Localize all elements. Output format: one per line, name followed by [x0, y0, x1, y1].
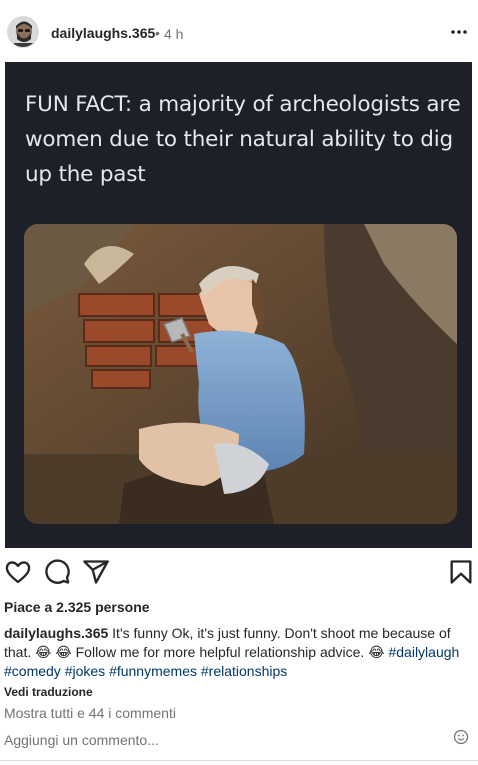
comment-button[interactable] [43, 558, 71, 586]
meme-text: FUN FACT: a majority of archeologists ar… [25, 92, 461, 187]
more-icon [451, 30, 467, 34]
bookmark-icon [450, 560, 472, 584]
see-translation-link[interactable]: Vedi traduzione [4, 685, 93, 699]
view-all-comments-link[interactable]: Mostra tutti e 44 i commenti [4, 705, 176, 721]
post-time: 4 h [164, 26, 184, 42]
comment-input[interactable] [4, 730, 444, 750]
like-button[interactable] [4, 558, 32, 586]
post-header: dailylaughs.365 • 4 h [0, 0, 478, 64]
likes-count[interactable]: Piace a 2.325 persone [4, 599, 150, 615]
avatar[interactable] [7, 16, 39, 48]
post-username[interactable]: dailylaughs.365 [51, 25, 155, 41]
avatar-image [8, 17, 38, 47]
hashtag[interactable]: #relationships [201, 663, 287, 679]
caption-username[interactable]: dailylaughs.365 [4, 625, 108, 641]
hashtag[interactable]: #comedy [4, 663, 61, 679]
comment-icon [45, 559, 70, 584]
separator-dot: • [155, 25, 160, 41]
hashtag[interactable]: #jokes [65, 663, 105, 679]
hashtag[interactable]: #dailylaugh [388, 644, 459, 660]
more-options-button[interactable] [447, 22, 471, 42]
save-button[interactable] [447, 558, 475, 586]
emoji-button[interactable] [453, 729, 469, 745]
share-icon [83, 560, 109, 584]
post-actions [0, 558, 478, 588]
heart-icon [5, 561, 31, 584]
share-button[interactable] [82, 558, 110, 586]
divider [0, 760, 478, 761]
emoji-icon [453, 729, 469, 745]
post-caption: dailylaughs.365 It's funny Ok, it's just… [4, 624, 472, 681]
post-image[interactable]: FUN FACT: a majority of archeologists ar… [5, 62, 472, 548]
hashtag[interactable]: #funnymemes [109, 663, 197, 679]
archaeology-photo [24, 224, 457, 524]
